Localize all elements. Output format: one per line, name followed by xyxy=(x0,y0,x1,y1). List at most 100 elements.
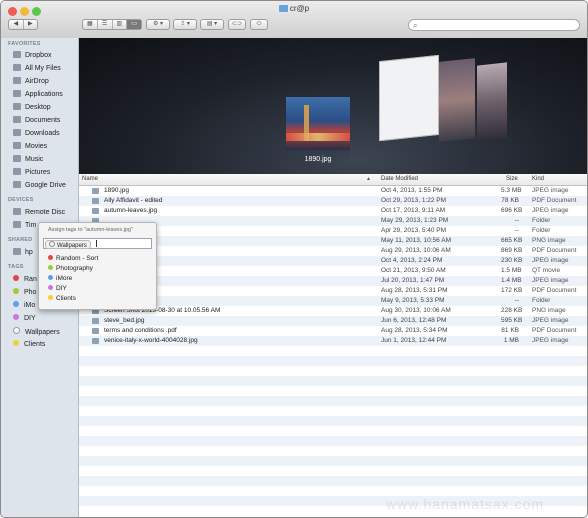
finder-window: cr@p ◀ ▶ ▦ ☰ ▥ ▭ ⚙ ▾ ⇪ ▾ ▤ ▾ ⊂⊃ ⬭ ⌕ FAVO… xyxy=(0,0,588,518)
file-date: Jun 1, 2013, 12:44 PM xyxy=(381,337,447,344)
sidebar-item-label: Google Drive xyxy=(25,182,66,189)
file-date: May 11, 2013, 10:56 AM xyxy=(381,237,451,244)
column-header-name[interactable]: Name xyxy=(82,176,98,182)
sidebar-tag-clients[interactable]: Clients xyxy=(13,340,45,348)
file-icon xyxy=(92,338,99,344)
cover-flow-item[interactable] xyxy=(439,58,475,142)
file-kind: JPEG image xyxy=(532,337,569,344)
sidebar-item-music[interactable]: Music xyxy=(13,155,43,163)
file-date: Apr 29, 2013, 5:40 PM xyxy=(381,227,447,234)
cover-flow-item[interactable] xyxy=(477,62,507,142)
table-row[interactable]: autumn-leaves.jpg Oct 17, 2013, 9:11 AM 69… xyxy=(79,206,587,216)
table-row[interactable]: venice-italy-x-world-4004028.jpg Jun 1, 2… xyxy=(79,336,587,346)
list-view-button[interactable]: ☰ xyxy=(98,20,113,29)
column-header-date[interactable]: Date Modified xyxy=(381,176,418,182)
arrange-icon: ▤ ▾ xyxy=(206,21,218,27)
tag-chip[interactable]: Wallpapers xyxy=(45,240,91,249)
file-date: Aug 28, 2013, 5:31 PM xyxy=(381,287,448,294)
sidebar-tag-random[interactable]: Ran xyxy=(13,275,37,283)
sidebar-tag-photography[interactable]: Pho xyxy=(13,288,36,296)
tag-option-imore[interactable]: iMore xyxy=(48,275,72,282)
tag-button[interactable]: ⬭ xyxy=(250,19,268,30)
sidebar-item-documents[interactable]: Documents xyxy=(13,116,60,124)
tag-option-label: Random - Sort xyxy=(56,255,99,262)
cover-flow-item[interactable] xyxy=(379,54,439,142)
empty-row xyxy=(79,486,587,496)
file-date: May 29, 2013, 1:23 PM xyxy=(381,217,449,224)
empty-tag-icon xyxy=(49,241,55,247)
tag-option-random-sort[interactable]: Random - Sort xyxy=(48,255,98,262)
sidebar-tag-wallpapers[interactable]: Wallpapers xyxy=(13,327,60,336)
sidebar-item-all-my-files[interactable]: All My Files xyxy=(13,64,61,72)
preview-road xyxy=(286,133,350,141)
sort-ascending-icon: ▲ xyxy=(366,176,371,182)
sidebar-item-remote-disc[interactable]: Remote Disc xyxy=(13,208,65,216)
sidebar-item-label: Applications xyxy=(25,91,63,98)
search-field[interactable]: ⌕ xyxy=(408,19,580,31)
table-row[interactable]: Ally Affidavit - edited Oct 29, 2013, 1:2… xyxy=(79,196,587,206)
empty-row xyxy=(79,386,587,396)
shared-header: SHARED xyxy=(8,237,33,243)
cover-flow-view[interactable]: 1890.jpg xyxy=(79,38,587,174)
green-tag-icon xyxy=(13,288,19,294)
file-size: 696 KB xyxy=(501,207,523,214)
back-button[interactable]: ◀ xyxy=(9,20,24,29)
sidebar-item-label: Movies xyxy=(25,143,48,150)
file-name: Ally Affidavit - edited xyxy=(104,197,163,204)
applications-icon xyxy=(13,90,21,97)
file-kind: Folder xyxy=(532,217,551,224)
sidebar-tag-imore[interactable]: iMo xyxy=(13,301,35,309)
table-row[interactable]: terms and conditions .pdf Aug 28, 2013, 5… xyxy=(79,326,587,336)
table-row[interactable]: 1890.jpg Oct 4, 2013, 1:55 PM 5.3 MB JPEG i… xyxy=(79,186,587,196)
file-size: 78 KB xyxy=(501,197,519,204)
table-row[interactable]: steve_bed.jpg Jun 6, 2013, 12:48 PM 595 KB… xyxy=(79,316,587,326)
sidebar-item-downloads[interactable]: Downloads xyxy=(13,129,60,137)
file-date: Aug 29, 2013, 10:06 AM xyxy=(381,247,451,254)
forward-button[interactable]: ▶ xyxy=(24,20,38,29)
file-icon xyxy=(92,318,99,324)
sidebar-item-movies[interactable]: Movies xyxy=(13,142,47,150)
search-input[interactable] xyxy=(423,21,573,29)
column-header-kind[interactable]: Kind xyxy=(532,176,544,182)
sidebar-item-tim[interactable]: Tim xyxy=(13,221,36,229)
file-kind: PDF Document xyxy=(532,327,577,334)
tag-input-field[interactable]: Wallpapers xyxy=(43,238,152,249)
file-icon xyxy=(92,198,99,204)
tag-option-photography[interactable]: Photography xyxy=(48,265,93,272)
tag-option-diy[interactable]: DIY xyxy=(48,285,67,292)
file-size: 1 MB xyxy=(503,337,519,344)
sidebar-item-desktop[interactable]: Desktop xyxy=(13,103,51,111)
yellow-tag-icon xyxy=(13,340,19,346)
sidebar-item-pictures[interactable]: Pictures xyxy=(13,168,50,176)
sidebar-item-hp[interactable]: hp xyxy=(13,248,33,256)
tag-option-clients[interactable]: Clients xyxy=(48,295,76,302)
window-title-text: cr@p xyxy=(289,4,310,13)
computer-icon xyxy=(13,248,21,255)
file-kind: Folder xyxy=(532,297,551,304)
sidebar-tag-diy[interactable]: DIY xyxy=(13,314,36,322)
action-menu-button[interactable]: ⚙ ▾ xyxy=(146,19,170,30)
file-kind: PDF Document xyxy=(532,287,577,294)
coverflow-view-button[interactable]: ▭ xyxy=(127,20,141,29)
sidebar-item-airdrop[interactable]: AirDrop xyxy=(13,77,49,85)
file-kind: PNG image xyxy=(532,237,566,244)
icon-view-button[interactable]: ▦ xyxy=(83,20,98,29)
column-view-button[interactable]: ▥ xyxy=(113,20,128,29)
arrange-menu-button[interactable]: ▤ ▾ xyxy=(200,19,224,30)
sidebar-item-dropbox[interactable]: Dropbox xyxy=(13,51,51,59)
edit-tags-button[interactable]: ⊂⊃ xyxy=(228,19,246,30)
file-date: Oct 4, 2013, 2:24 PM xyxy=(381,257,443,264)
airdrop-icon xyxy=(13,77,21,84)
cover-flow-selected-preview[interactable] xyxy=(286,97,350,150)
devices-header: DEVICES xyxy=(8,197,34,203)
file-kind: PNG image xyxy=(532,307,566,314)
column-header-size[interactable]: Size xyxy=(506,176,518,182)
pictures-icon xyxy=(13,168,21,175)
sidebar-item-applications[interactable]: Applications xyxy=(13,90,63,98)
window-title: cr@p xyxy=(1,4,587,13)
empty-row xyxy=(79,406,587,416)
sidebar-item-google-drive[interactable]: Google Drive xyxy=(13,181,66,189)
sidebar-item-label: DIY xyxy=(24,315,36,322)
share-menu-button[interactable]: ⇪ ▾ xyxy=(173,19,197,30)
file-size: 172 KB xyxy=(501,287,523,294)
